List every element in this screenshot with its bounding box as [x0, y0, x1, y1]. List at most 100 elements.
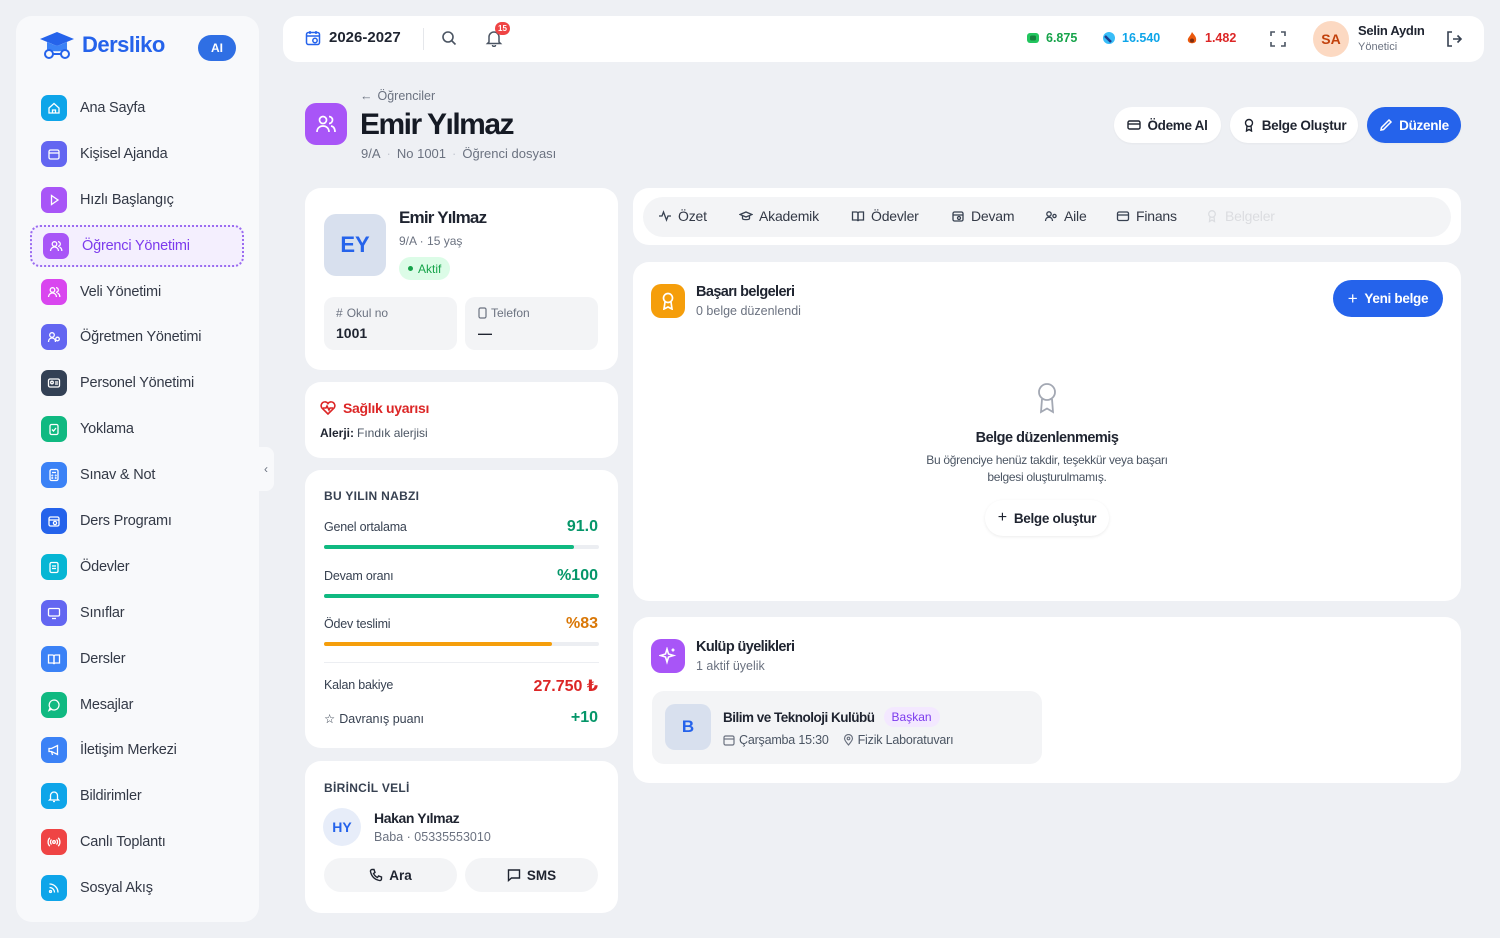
sidebar-item-öğrenci-yönetimi[interactable]: Öğrenci Yönetimi: [30, 224, 244, 267]
club-item[interactable]: B Bilim ve Teknoloji Kulübü Başkan Çarşa…: [652, 691, 1042, 764]
heart-pulse-icon: [320, 401, 336, 415]
sidebar-item-dersler[interactable]: Dersler: [30, 638, 244, 680]
clipboard-icon: [41, 553, 67, 580]
certificates-card: Başarı belgeleri 0 belge düzenlendi + Ye…: [633, 262, 1461, 601]
tab-ödevler[interactable]: Ödevler: [851, 208, 919, 224]
ai-button[interactable]: AI: [198, 35, 236, 61]
create-document-button[interactable]: Belge Oluştur: [1230, 107, 1358, 143]
create-certificate-button[interactable]: + Belge oluştur: [985, 500, 1109, 536]
back-link[interactable]: ← Öğrenciler: [360, 89, 435, 103]
edit-button[interactable]: Düzenle: [1367, 107, 1461, 143]
sidebar-item-hızlı-başlangıç[interactable]: Hızlı Başlangıç: [30, 179, 244, 221]
tab-özet[interactable]: Özet: [658, 208, 707, 224]
back-link-label: Öğrenciler: [377, 89, 436, 103]
sms-button[interactable]: SMS: [465, 858, 598, 892]
progress-fill: [324, 593, 599, 598]
plus-icon: +: [1347, 288, 1358, 308]
topbar: 2026-2027 15 6.875 16.540 1.482 SA Selin…: [283, 16, 1484, 62]
allergy-info: Alerji: Fındık alerjisi: [320, 426, 428, 440]
empty-state-title: Belge düzenlenmemiş: [975, 430, 1119, 446]
stat-emerald-value: 6.875: [1046, 31, 1078, 45]
plus-icon: +: [997, 509, 1007, 526]
payment-button-label: Ödeme Al: [1147, 117, 1208, 133]
certificates-title: Başarı belgeleri: [696, 284, 795, 300]
teacher-icon: [41, 324, 67, 351]
sidebar-item-label: Canlı Toplantı: [80, 834, 166, 851]
brand-logo[interactable]: Dersliko: [38, 30, 165, 60]
sidebar-collapse-button[interactable]: ‹: [258, 447, 274, 491]
payment-button[interactable]: Ödeme Al: [1114, 107, 1221, 143]
create-certificate-label: Belge oluştur: [1013, 510, 1097, 526]
metric-label: Genel ortalama: [324, 520, 407, 534]
status-dot: [408, 266, 413, 271]
sidebar-item-mesajlar[interactable]: Mesajlar: [30, 684, 244, 726]
sidebar-item-label: Veli Yönetimi: [80, 283, 161, 300]
gem-icon: [1102, 31, 1116, 45]
sidebar: Dersliko AI Ana Sayfa Kişisel Ajanda Hızlı…: [16, 16, 259, 922]
sidebar-item-sınıflar[interactable]: Sınıflar: [30, 592, 244, 634]
tab-label: Devam: [971, 208, 1015, 224]
sidebar-item-label: Bildirimler: [80, 788, 142, 805]
sidebar-item-kişisel-ajanda[interactable]: Kişisel Ajanda: [30, 133, 244, 175]
sidebar-item-i-letişim-merkezi[interactable]: İletişim Merkezi: [30, 729, 244, 771]
search-icon[interactable]: [441, 30, 457, 46]
sidebar-item-label: Hızlı Başlangıç: [80, 191, 174, 208]
progress-track: [324, 545, 599, 549]
progress-track: [324, 593, 599, 598]
user-role: Yönetici: [1358, 41, 1398, 53]
status-label: Aktif: [418, 261, 442, 276]
stat-flame-value: 1.482: [1205, 31, 1237, 45]
parent-avatar: HY: [323, 808, 361, 846]
tab-devam[interactable]: Devam: [951, 208, 1015, 224]
page-subtitle: 9/A · No 1001 · Öğrenci dosyası: [361, 146, 557, 161]
calculator-icon: [41, 462, 67, 489]
phone-call-icon: [369, 868, 383, 882]
message-square-icon: [507, 868, 521, 882]
users-icon: [43, 232, 69, 259]
progress-fill: [324, 545, 575, 549]
sidebar-item-bildirimler[interactable]: Bildirimler: [30, 775, 244, 817]
call-button[interactable]: Ara: [324, 858, 457, 892]
profile-card: EY Emir Yılmaz 9/A · 15 yaş Aktif # Okul …: [305, 188, 618, 370]
sidebar-item-label: Kişisel Ajanda: [80, 145, 168, 162]
sidebar-item-yoklama[interactable]: Yoklama: [30, 408, 244, 450]
wallet-icon: [1116, 209, 1130, 223]
tab-finans[interactable]: Finans: [1116, 208, 1177, 224]
book-icon: [41, 645, 67, 672]
arrow-left-icon: ←: [360, 89, 373, 103]
sidebar-item-ders-programı[interactable]: Ders Programı: [30, 500, 244, 542]
sidebar-item-label: Sosyal Akış: [80, 880, 153, 897]
club-avatar: B: [665, 704, 711, 750]
tab-label: Akademik: [759, 208, 819, 224]
logout-icon[interactable]: [1444, 29, 1464, 49]
sidebar-item-personel-yönetimi[interactable]: Personel Yönetimi: [30, 362, 244, 404]
stat-gem: 16.540: [1102, 31, 1160, 45]
calendar-icon: [305, 30, 321, 46]
clipboard-check-icon: [41, 416, 67, 443]
sidebar-item-öğretmen-yönetimi[interactable]: Öğretmen Yönetimi: [30, 316, 244, 358]
sidebar-item-canlı-toplantı[interactable]: Canlı Toplantı: [30, 821, 244, 863]
user-avatar[interactable]: SA: [1313, 21, 1349, 57]
sidebar-item-sosyal-akış[interactable]: Sosyal Akış: [30, 867, 244, 909]
sidebar-item-sınav-not[interactable]: Sınav & Not: [30, 454, 244, 496]
new-certificate-button[interactable]: + Yeni belge: [1333, 280, 1443, 317]
divider: [324, 662, 599, 663]
phone-label: Telefon: [478, 306, 530, 320]
metric-value: 91.0: [566, 518, 598, 535]
megaphone-icon: [41, 737, 67, 764]
create-document-label: Belge Oluştur: [1261, 117, 1347, 133]
academic-year-selector[interactable]: 2026-2027: [305, 29, 401, 46]
tab-akademik[interactable]: Akademik: [739, 208, 819, 224]
sidebar-item-veli-yönetimi[interactable]: Veli Yönetimi: [30, 271, 244, 313]
student-avatar: EY: [324, 214, 386, 276]
student-number: No 1001: [396, 146, 447, 161]
certificates-subtitle: 0 belge düzenlendi: [696, 304, 801, 318]
sidebar-item-ana-sayfa[interactable]: Ana Sayfa: [30, 87, 244, 129]
tab-belgeler[interactable]: Belgeler: [1205, 208, 1275, 224]
progress-fill: [324, 642, 553, 646]
tab-aile[interactable]: Aile: [1044, 208, 1087, 224]
sidebar-item-ödevler[interactable]: Ödevler: [30, 546, 244, 588]
club-details: Çarşamba 15:30 Fizik Laboratuvarı: [723, 733, 954, 747]
school-no-label-text: Okul no: [346, 306, 389, 320]
fullscreen-icon[interactable]: [1269, 30, 1287, 48]
